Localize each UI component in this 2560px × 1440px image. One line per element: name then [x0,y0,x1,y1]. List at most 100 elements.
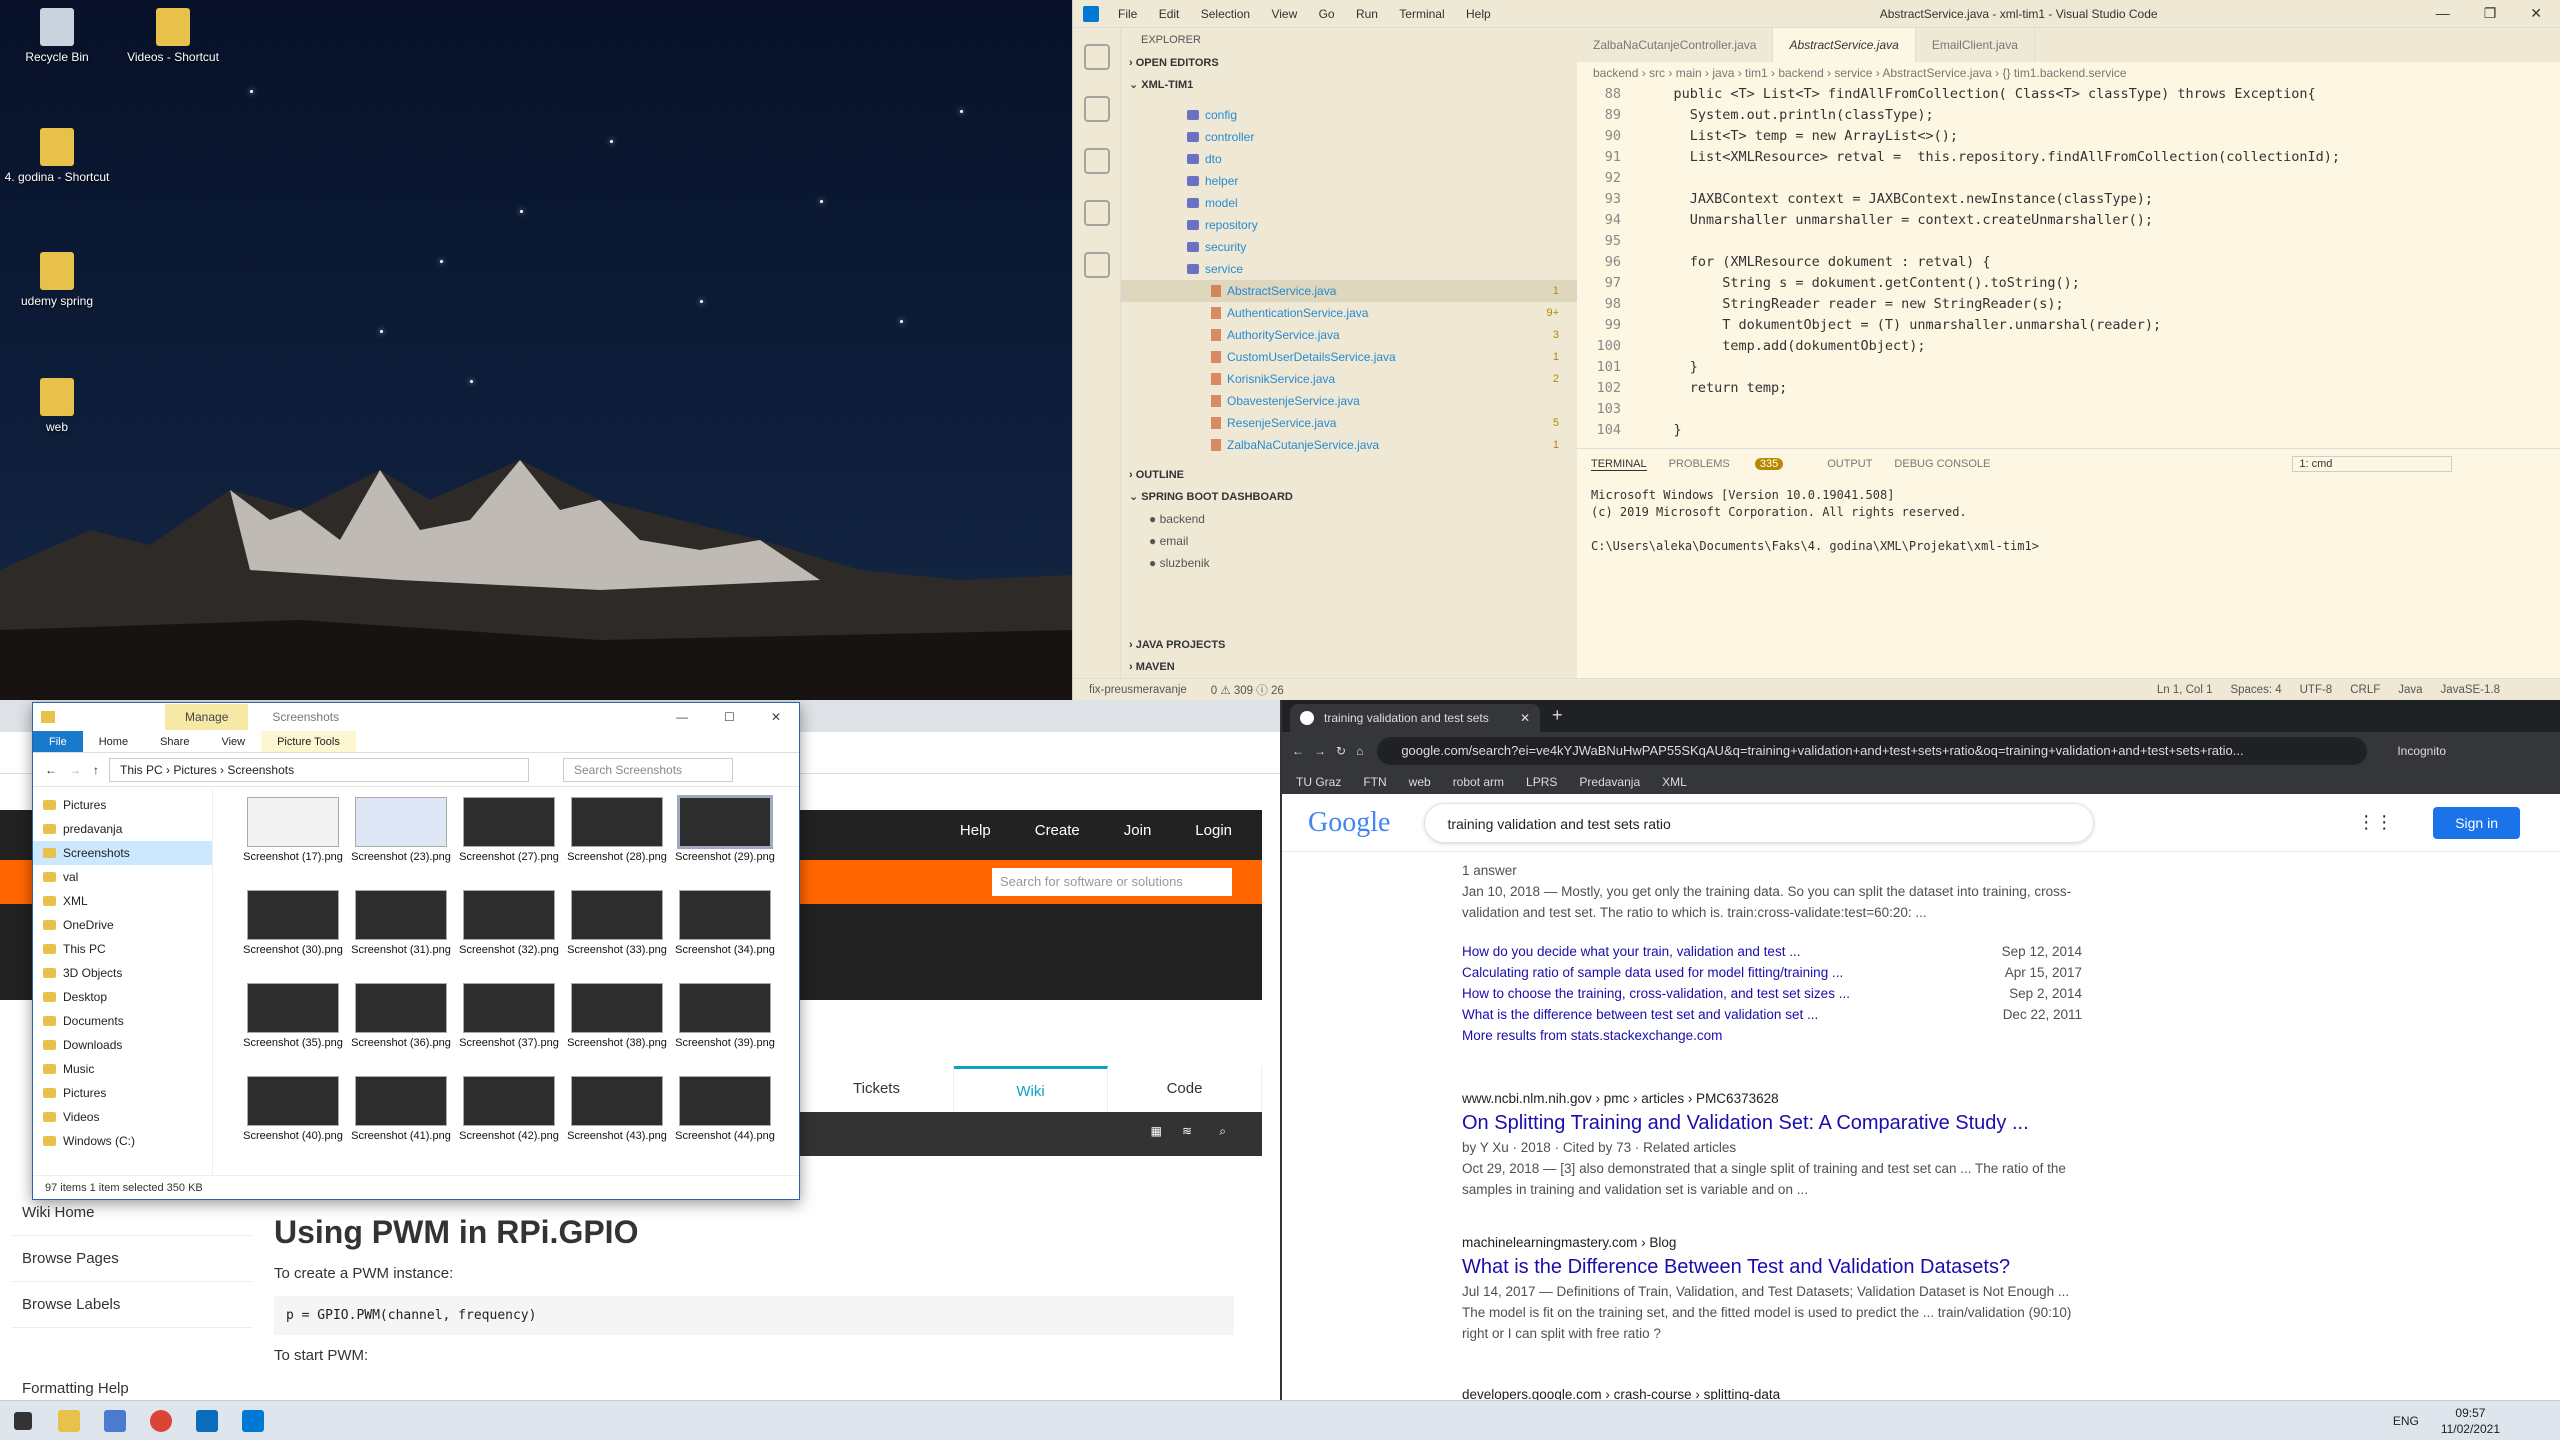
tree-file[interactable]: KorisnikService.java 2 [1121,368,1577,390]
code-line[interactable]: 99 T dokumentObject = (T) unmarshaller.u… [1577,315,2560,336]
spring-app[interactable]: ● backend [1121,508,1577,530]
thumbnail[interactable]: Screenshot (27).png [459,797,559,863]
terminal-select[interactable]: 1: cmd [2292,456,2453,472]
tree-folder-security[interactable]: security [1121,236,1577,258]
code-line[interactable]: 88 public <T> List<T> findAllFromCollect… [1577,84,2560,105]
thumbnail[interactable]: Screenshot (29).png [675,795,775,863]
tab-wiki[interactable]: Wiki [954,1066,1108,1112]
nav-join[interactable]: Join [1124,822,1152,839]
sign-in-button[interactable]: Sign in [2433,806,2520,839]
close-icon[interactable]: ✕ [771,710,781,724]
code-line[interactable]: 91 List<XMLResource> retval = this.repos… [1577,147,2560,168]
more-results-link[interactable]: More results from stats.stackexchange.co… [1462,1025,2082,1046]
problems-status[interactable]: 0 ⚠ 309 ⓘ 26 [1211,682,1284,698]
spring-boot-section[interactable]: ⌄ SPRING BOOT DASHBOARD [1121,486,1577,508]
tree-folder-controller[interactable]: controller [1121,126,1577,148]
nav-item[interactable]: Videos [33,1105,212,1129]
forward-icon[interactable]: → [1314,744,1326,758]
code-line[interactable]: 96 for (XMLResource dokument : retval) { [1577,252,2560,273]
browse-pages-link[interactable]: Browse Pages [12,1236,252,1282]
language-indicator[interactable]: ENG [2393,1414,2419,1428]
bookmark-item[interactable]: web [1409,775,1431,789]
udemy-spring-folder-icon[interactable]: udemy spring [2,252,112,308]
nav-login[interactable]: Login [1195,822,1232,839]
code-line[interactable]: 104 } [1577,420,2560,441]
tree-folder-config[interactable]: config [1121,104,1577,126]
nav-item[interactable]: Music [33,1057,212,1081]
forward-icon[interactable]: → [69,763,81,777]
code-line[interactable]: 93 JAXBContext context = JAXBContext.new… [1577,189,2560,210]
ribbon-share[interactable]: Share [144,731,205,752]
indentation[interactable]: Spaces: 4 [2230,684,2281,696]
ribbon-home[interactable]: Home [83,731,144,752]
spring-app[interactable]: ● email [1121,530,1577,552]
tab-output[interactable]: OUTPUT [1827,458,1872,470]
start-icon[interactable] [0,1401,46,1440]
nav-item[interactable]: This PC [33,937,212,961]
tree-folder-dto[interactable]: dto [1121,148,1577,170]
minimize-icon[interactable]: — [2436,5,2450,22]
menu-help[interactable]: Help [1466,7,1491,21]
clock[interactable]: 09:57 11/02/2021 [2441,1405,2500,1437]
thumbnail[interactable]: Screenshot (17).png [243,797,343,863]
source-control-icon[interactable] [1083,148,1110,174]
tab-debug-console[interactable]: DEBUG CONSOLE [1894,458,1990,470]
tab-tickets[interactable]: Tickets [800,1066,954,1112]
spring-app[interactable]: ● sluzbenik [1121,552,1577,574]
bookmark-item[interactable]: Predavanja [1579,775,1640,789]
videos-shortcut-icon[interactable]: Videos - Shortcut [118,8,228,64]
browse-labels-link[interactable]: Browse Labels [12,1282,252,1328]
tab-problems[interactable]: PROBLEMS 335 [1669,458,1806,470]
code-line[interactable]: 98 StringReader reader = new StringReade… [1577,294,2560,315]
nav-item[interactable]: 3D Objects [33,961,212,985]
related-link[interactable]: How do you decide what your train, valid… [1462,941,1800,962]
close-icon[interactable]: ✕ [2530,5,2542,22]
nav-item[interactable]: Pictures [33,793,212,817]
branch-label[interactable]: fix-preusmeravanje [1089,684,1187,696]
rss-icon[interactable]: ≋ [1182,1124,1192,1138]
encoding[interactable]: UTF-8 [2300,684,2333,696]
thumbnail[interactable]: Screenshot (30).png [243,890,343,956]
menu-edit[interactable]: Edit [1159,7,1180,21]
result-url[interactable]: machinelearningmastery.com › Blog [1462,1232,2082,1253]
code-line[interactable]: 89 System.out.println(classType); [1577,105,2560,126]
line-ending[interactable]: CRLF [2350,684,2380,696]
tree-folder-model[interactable]: model [1121,192,1577,214]
nav-item[interactable]: predavanja [33,817,212,841]
tree-file[interactable]: ResenjeService.java 5 [1121,412,1577,434]
outline-section[interactable]: › OUTLINE [1121,464,1577,486]
ribbon-view[interactable]: View [205,731,261,752]
menu-run[interactable]: Run [1356,7,1378,21]
manage-tab[interactable]: Manage [165,704,249,730]
tab-email-client[interactable]: EmailClient.java [1916,28,2035,62]
nav-item[interactable]: val [33,865,212,889]
nav-item[interactable]: Windows (C:) [33,1129,212,1153]
tree-file[interactable]: CustomUserDetailsService.java 1 [1121,346,1577,368]
code-line[interactable]: 95 [1577,231,2560,252]
close-tab-icon[interactable]: ✕ [1520,704,1530,732]
file-explorer-taskbar-icon[interactable] [46,1401,92,1440]
thumbnail[interactable]: Screenshot (37).png [459,983,559,1049]
code-line[interactable]: 100 temp.add(dokumentObject); [1577,336,2560,357]
thumbnail[interactable]: Screenshot (31).png [351,890,451,956]
thumbnail[interactable]: Screenshot (33).png [567,890,667,956]
chrome-taskbar-icon[interactable] [138,1401,184,1440]
settings-taskbar-icon[interactable] [92,1401,138,1440]
thumbnail[interactable]: Screenshot (40).png [243,1076,343,1142]
store-taskbar-icon[interactable] [184,1401,230,1440]
thumbnail[interactable]: Screenshot (42).png [459,1076,559,1142]
thumbnail[interactable]: Screenshot (34).png [675,890,775,956]
minimize-icon[interactable]: — [676,710,688,724]
code-line[interactable]: 103 [1577,399,2560,420]
thumbnail[interactable]: Screenshot (35).png [243,983,343,1049]
result-url[interactable]: www.ncbi.nlm.nih.gov › pmc › articles › … [1462,1088,2082,1109]
menu-terminal[interactable]: Terminal [1399,7,1444,21]
thumbnail[interactable]: Screenshot (32).png [459,890,559,956]
extensions-icon[interactable] [1083,252,1110,278]
tab-google-search[interactable]: training validation and test sets ✕ [1290,704,1540,732]
nav-item[interactable]: Screenshots [33,841,212,865]
menu-view[interactable]: View [1271,7,1297,21]
tree-file[interactable]: AbstractService.java 1 [1121,280,1577,302]
ribbon-file[interactable]: File [33,731,83,752]
home-icon[interactable]: ⌂ [1356,744,1363,758]
